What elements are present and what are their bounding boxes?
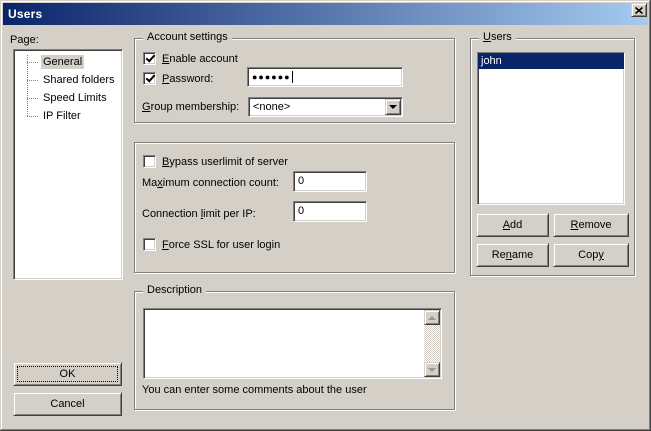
- description-title: Description: [143, 284, 206, 296]
- add-button-label: Add: [503, 219, 523, 231]
- password-masked-value: ●●●●●●: [252, 72, 291, 82]
- description-hint: You can enter some comments about the us…: [142, 384, 367, 396]
- account-settings-title: Account settings: [143, 31, 232, 43]
- connection-limit-per-ip-input[interactable]: 0: [293, 201, 367, 222]
- password-input[interactable]: ●●●●●●: [247, 67, 403, 87]
- chevron-down-icon: [389, 105, 397, 109]
- remove-button-label: Remove: [571, 219, 612, 231]
- copy-button-label: Copy: [578, 249, 604, 261]
- page-label: Page:: [10, 34, 39, 46]
- bypass-userlimit-checkbox[interactable]: [143, 155, 156, 168]
- window-title: Users: [3, 7, 42, 21]
- page-tree[interactable]: General Shared folders Speed Limits IP F…: [13, 49, 123, 280]
- copy-button[interactable]: Copy: [553, 243, 629, 267]
- max-connection-count-input[interactable]: 0: [293, 171, 367, 192]
- password-label: Password:: [162, 73, 213, 85]
- enable-account-checkbox[interactable]: [143, 52, 156, 65]
- page-item-label: IP Filter: [41, 109, 83, 123]
- tree-branch-icon: [27, 62, 38, 63]
- users-listbox[interactable]: john: [477, 52, 625, 205]
- cancel-button[interactable]: Cancel: [13, 392, 122, 416]
- tree-branch-icon: [27, 80, 38, 81]
- page-item-ip-filter[interactable]: IP Filter: [14, 107, 122, 125]
- close-button[interactable]: [631, 3, 647, 17]
- ok-button-label: OK: [60, 368, 76, 380]
- page-item-label: Speed Limits: [41, 91, 109, 105]
- titlebar[interactable]: Users: [3, 3, 648, 25]
- group-membership-label: Group membership:: [142, 101, 239, 113]
- page-item-label: Shared folders: [41, 73, 117, 87]
- force-ssl-label: Force SSL for user login: [162, 239, 280, 251]
- group-membership-select[interactable]: <none>: [248, 97, 403, 117]
- arrow-down-icon: [428, 368, 436, 372]
- remove-button[interactable]: Remove: [553, 213, 629, 237]
- ok-button[interactable]: OK: [13, 362, 122, 386]
- combo-dropdown-button[interactable]: [385, 99, 401, 115]
- description-textarea[interactable]: [143, 308, 442, 379]
- arrow-up-icon: [428, 316, 436, 320]
- connection-limit-per-ip-label: Connection limit per IP:: [142, 208, 256, 220]
- page-item-speed-limits[interactable]: Speed Limits: [14, 89, 122, 107]
- tree-branch-icon: [27, 98, 38, 99]
- page-item-label: General: [41, 55, 84, 69]
- group-membership-value: <none>: [249, 101, 385, 113]
- user-list-item[interactable]: john: [478, 53, 624, 69]
- close-icon: [635, 7, 643, 14]
- users-group-title: Users: [479, 31, 516, 43]
- rename-button[interactable]: Rename: [476, 243, 549, 267]
- bypass-userlimit-label: Bypass userlimit of server: [162, 156, 288, 168]
- force-ssl-checkbox[interactable]: [143, 238, 156, 251]
- scroll-down-button[interactable]: [424, 362, 440, 377]
- text-caret: [292, 71, 293, 83]
- page-item-general[interactable]: General: [14, 53, 122, 71]
- page-item-shared-folders[interactable]: Shared folders: [14, 71, 122, 89]
- rename-button-label: Rename: [492, 249, 534, 261]
- add-button[interactable]: Add: [476, 213, 549, 237]
- scrollbar-track[interactable]: [424, 325, 440, 362]
- tree-branch-icon: [27, 116, 38, 117]
- enable-account-label: Enable account: [162, 53, 238, 65]
- password-checkbox[interactable]: [143, 72, 156, 85]
- scroll-up-button[interactable]: [424, 310, 440, 325]
- cancel-button-label: Cancel: [50, 398, 84, 410]
- description-scrollbar[interactable]: [424, 310, 440, 377]
- max-connection-count-label: Maximum connection count:: [142, 177, 279, 189]
- connection-limit-per-ip-value: 0: [298, 205, 304, 217]
- max-connection-count-value: 0: [298, 175, 304, 187]
- users-dialog: Users Page: General Shared folders Speed…: [0, 0, 651, 431]
